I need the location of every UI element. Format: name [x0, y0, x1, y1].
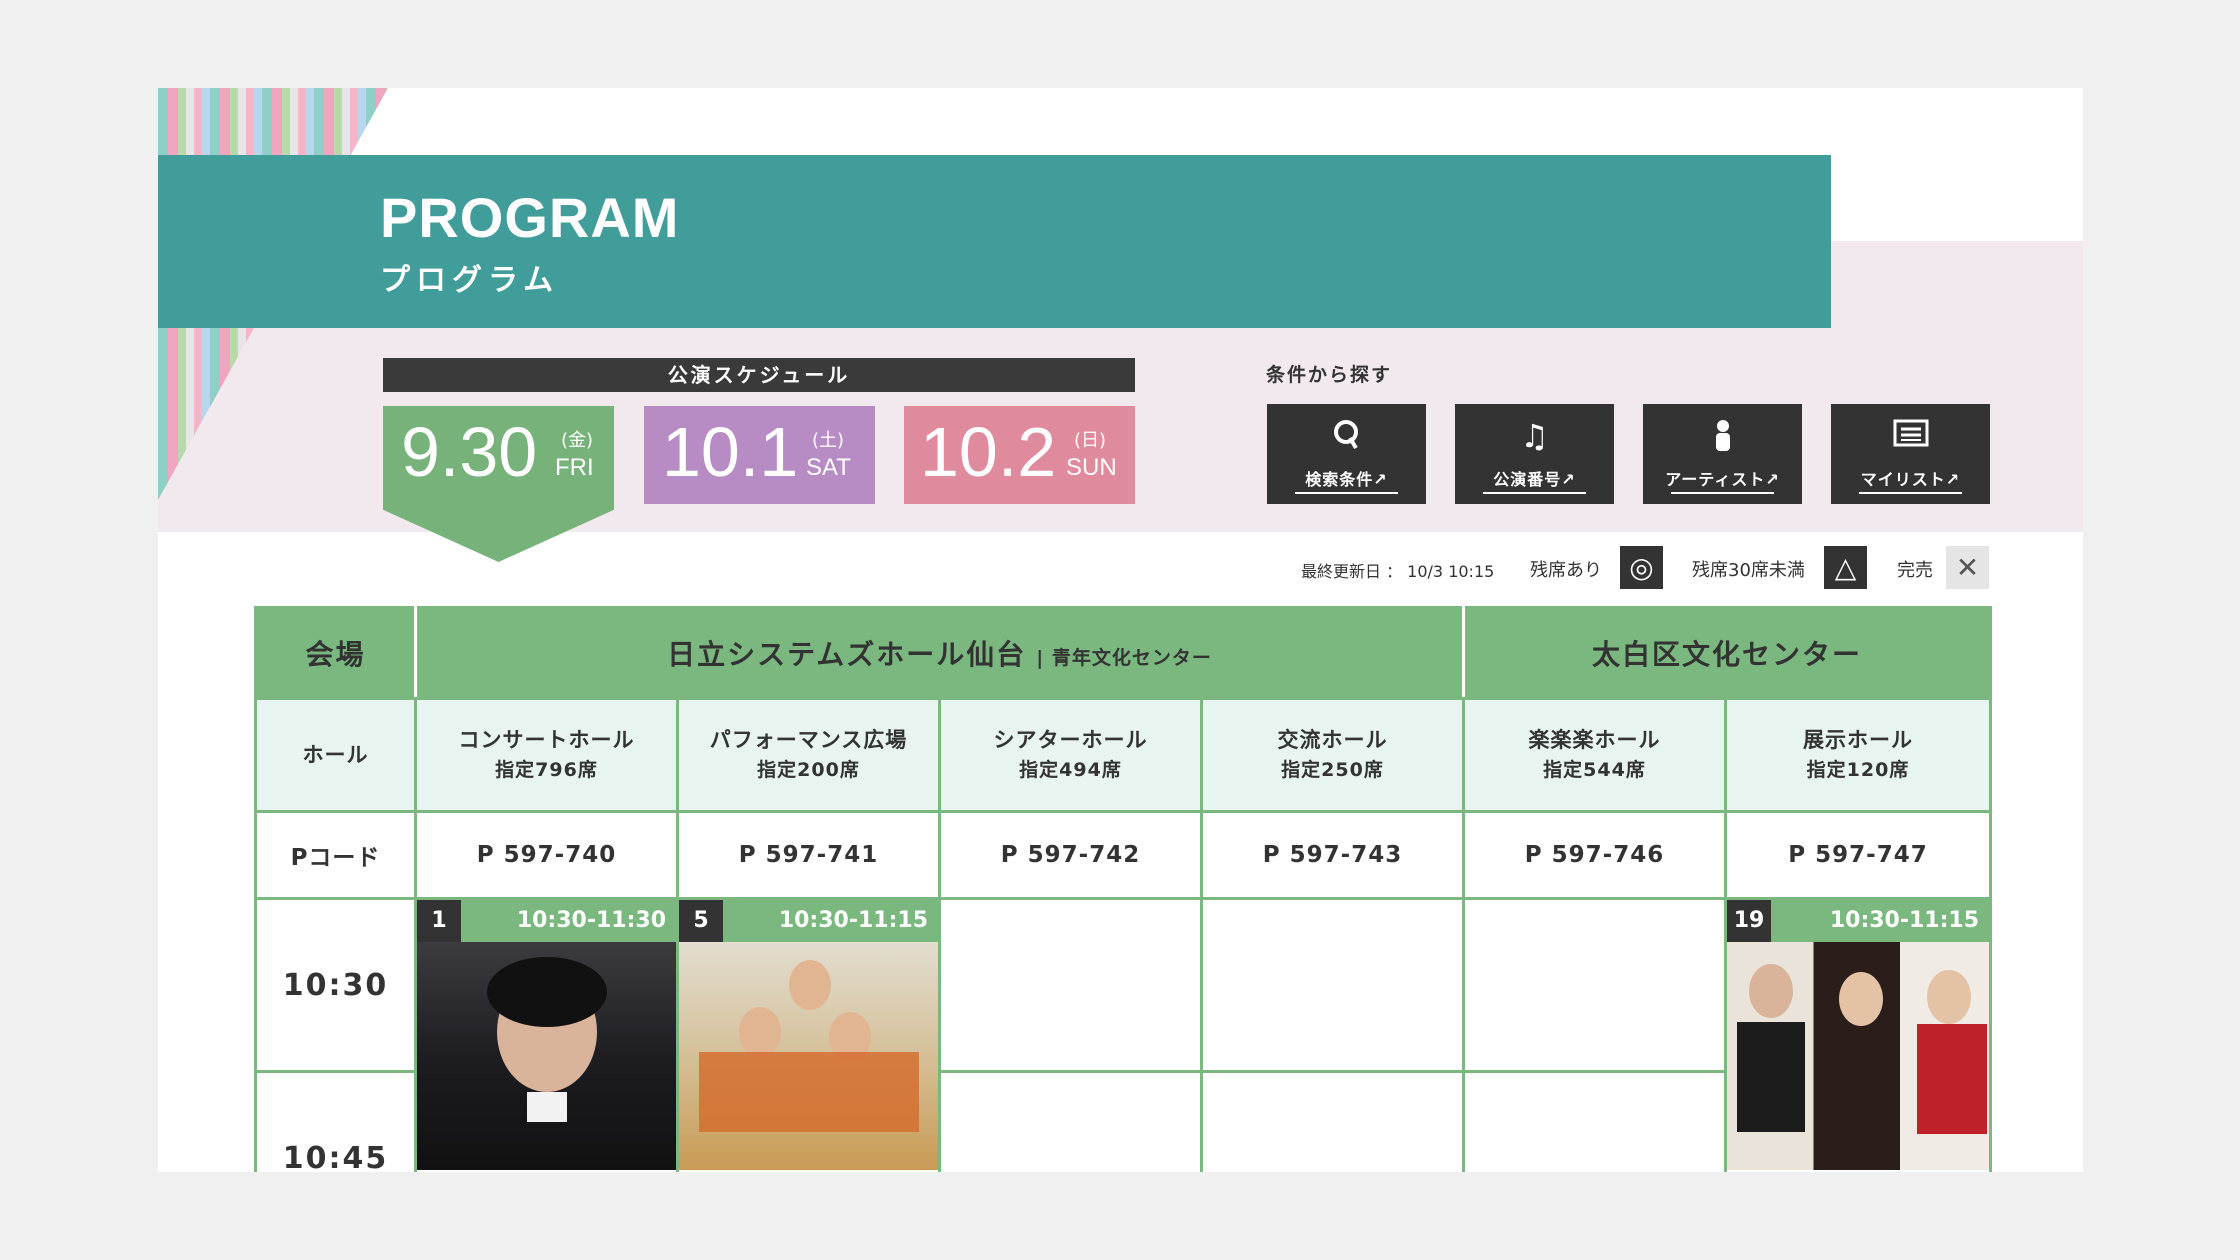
schedule-label: 公演スケジュール [383, 358, 1135, 392]
hall-cell: 楽楽楽ホール 指定544席 [1462, 697, 1727, 813]
hall-cell: シアターホール 指定494席 [938, 697, 1203, 813]
pcode-cell: P 597-743 [1200, 810, 1465, 900]
sold-out-icon: ✕ [1946, 546, 1989, 589]
event-number: 19 [1727, 900, 1771, 942]
available-icon: ◎ [1620, 546, 1663, 589]
pcode-cell: P 597-747 [1723, 810, 1993, 900]
list-icon [1831, 418, 1990, 454]
pcode-header: Pコード [254, 810, 417, 900]
artist-photo [417, 942, 676, 1170]
date-dow-en: SAT [806, 454, 851, 481]
availability-legend: 最終更新日 ： 10/3 10:15 残席あり ◎ 残席30席未満 △ 完売 ✕ [158, 546, 2083, 594]
page-header: PROGRAM プログラム [158, 155, 1831, 328]
pcode-cell: P 597-741 [676, 810, 941, 900]
program-table: 会場 日立システムズホール仙台 | 青年文化センター 太白区文化センター ホール … [254, 606, 1993, 1172]
time-label: 10:30 [254, 897, 417, 1073]
event-card-19[interactable]: 19 10:30-11:15 [1727, 900, 1990, 1170]
artist-photo [679, 942, 938, 1170]
venue-sendai: 日立システムズホール仙台 | 青年文化センター [414, 606, 1465, 700]
hall-cell: 展示ホール 指定120席 [1723, 697, 1993, 813]
date-tab-1002[interactable]: 10.2 (日) SUN [904, 406, 1135, 504]
date-tab-1001[interactable]: 10.1 (土) SAT [644, 406, 875, 504]
event-time: 10:30-11:15 [778, 908, 928, 933]
venue-taihaku: 太白区文化センター [1461, 606, 1993, 700]
hall-cell: パフォーマンス広場 指定200席 [676, 697, 941, 813]
event-card-1[interactable]: 1 10:30-11:30 [417, 900, 676, 1170]
legend-soldout-label: 完売 [1897, 560, 1933, 581]
artist-button[interactable]: アーティスト↗ [1643, 404, 1802, 504]
page-title: PROGRAM [380, 186, 680, 249]
program-number-button[interactable]: ♫ 公演番号↗ [1455, 404, 1614, 504]
date-number: 10.1 [662, 413, 799, 491]
slot-cell: 19 10:30-11:15 [1723, 897, 1993, 1170]
search-icon [1267, 418, 1426, 459]
date-dow-ja: (日) [1074, 430, 1107, 451]
event-number: 5 [679, 900, 723, 942]
venue-header: 会場 [254, 606, 417, 700]
date-dow-en: SUN [1066, 454, 1117, 481]
slot-cell [938, 897, 1203, 1073]
music-note-icon: ♫ [1520, 417, 1549, 455]
slot-cell: 1 10:30-11:30 [414, 897, 679, 1170]
time-label: 10:45 [254, 1070, 417, 1172]
last-updated: 最終更新日 ： 10/3 10:15 [1301, 562, 1495, 581]
slot-cell [1462, 1070, 1727, 1172]
button-label: 検索条件↗ [1305, 470, 1388, 489]
event-number: 1 [417, 900, 461, 942]
button-label: アーティスト↗ [1665, 470, 1780, 489]
person-icon [1643, 418, 1802, 459]
pcode-cell: P 597-740 [414, 810, 679, 900]
date-dow-ja: (金) [561, 430, 594, 451]
date-number: 10.2 [920, 413, 1057, 491]
event-card-5[interactable]: 5 10:30-11:15 [679, 900, 938, 1170]
button-label: マイリスト↗ [1860, 470, 1961, 489]
page: PROGRAM プログラム 公演スケジュール 9.30 (金) FRI 10.1… [158, 88, 2083, 1172]
event-time: 10:30-11:15 [1829, 908, 1980, 933]
search-conditions-button[interactable]: 検索条件↗ [1267, 404, 1426, 504]
hall-cell: 交流ホール 指定250席 [1200, 697, 1465, 813]
slot-cell: 5 10:30-11:15 [676, 897, 941, 1170]
slot-cell [1200, 897, 1465, 1073]
date-tab-0930[interactable]: 9.30 (金) FRI [383, 406, 614, 504]
hall-cell: コンサートホール 指定796席 [414, 697, 679, 813]
date-dow-ja: (土) [812, 430, 845, 451]
pcode-cell: P 597-742 [938, 810, 1203, 900]
date-dow-en: FRI [555, 454, 594, 481]
search-section-label: 条件から探す [1266, 364, 1393, 386]
pcode-cell: P 597-746 [1462, 810, 1727, 900]
slot-cell [1462, 897, 1727, 1073]
venue-subname: | 青年文化センター [1036, 647, 1212, 669]
artist-photo [1727, 942, 1990, 1170]
hall-header: ホール [254, 697, 417, 813]
few-seats-icon: △ [1824, 546, 1867, 589]
venue-name: 日立システムズホール仙台 [667, 638, 1027, 671]
legend-few-label: 残席30席未満 [1692, 560, 1805, 581]
page-subtitle: プログラム [380, 263, 560, 298]
legend-available-label: 残席あり [1530, 560, 1602, 581]
slot-cell [1200, 1070, 1465, 1172]
button-label: 公演番号↗ [1493, 470, 1576, 489]
venue-name: 太白区文化センター [1592, 638, 1863, 671]
slot-cell [938, 1070, 1203, 1172]
date-number: 9.30 [401, 413, 538, 491]
event-time: 10:30-11:30 [516, 908, 666, 933]
my-list-button[interactable]: マイリスト↗ [1831, 404, 1990, 504]
